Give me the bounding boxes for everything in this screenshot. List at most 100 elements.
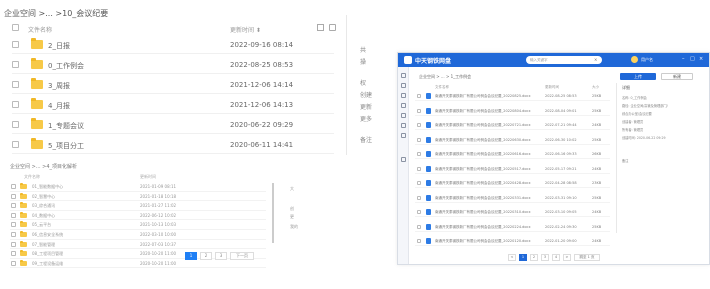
folder-name[interactable]: 08_工程项目管理 [32,251,63,257]
file-name[interactable]: 南通开关泰钢铁新厂有限公司例会会议纪要_20220428.docx [435,181,531,186]
folder-name[interactable]: 2_日报 [48,41,70,51]
avatar[interactable] [631,56,638,63]
next-page-button[interactable]: > [563,254,571,261]
file-name[interactable]: 南通开关泰钢铁新厂有限公司例会会议纪要_20220616.docx [435,152,531,157]
row-checkbox[interactable] [11,251,16,257]
file-name[interactable]: 南通开关泰钢铁新厂有限公司例会会议纪要_20220517.docx [435,167,531,172]
file-row[interactable]: 南通开关泰钢铁新厂有限公司例会会议纪要_20220721.docx 2022-07… [415,120,610,130]
file-name[interactable]: 南通开关泰钢铁新厂有限公司例会会议纪要_20220120.docx [435,239,531,244]
select-all-checkbox[interactable] [12,24,19,31]
file-name[interactable]: 南通开关泰钢铁新厂有限公司例会会议纪要_20220804.docx [435,109,531,114]
list-item[interactable]: 4_月报 2021-12-06 14:13 [12,96,334,114]
row-checkbox[interactable] [12,81,19,88]
close-icon[interactable]: × [699,56,703,62]
row-checkbox[interactable] [417,94,421,98]
page-button[interactable]: 1 [519,254,527,261]
page-button[interactable]: 3 [215,252,227,260]
upload-button[interactable]: 上传 [620,73,656,80]
list-item[interactable]: 01_智能数据中心 2021-01-09 08:11 [10,182,266,192]
scrollbar[interactable] [272,183,274,243]
folder-name[interactable]: 04_数据中心 [32,213,55,219]
history-icon[interactable] [401,113,406,118]
file-column-name[interactable]: 文件名称 [435,85,449,90]
list-item[interactable]: 04_数据中心 2022-06-12 10:02 [10,211,266,221]
folder-name[interactable]: 03_综合通讯 [32,203,55,209]
next-page-button[interactable]: 下一页 [230,252,254,260]
page-button[interactable]: 4 [552,254,560,261]
row-checkbox[interactable] [417,239,421,243]
file-name[interactable]: 南通开关泰钢铁新厂有限公司例会会议纪要_20220630.docx [435,138,531,143]
page-button[interactable]: 1 [185,252,197,260]
file-name[interactable]: 南通开关泰钢铁新厂有限公司例会会议纪要_20220825.docx [435,94,531,99]
row-checkbox[interactable] [12,61,19,68]
row-checkbox[interactable] [417,195,421,200]
list-item[interactable]: 1_专题会议 2020-06-22 09:29 [12,116,334,134]
row-checkbox[interactable] [11,222,16,228]
folder-name[interactable]: 02_智慧中心 [32,194,55,200]
folder-name[interactable]: 4_月报 [48,101,70,111]
share-icon[interactable] [401,93,406,98]
folder-name[interactable]: 0_工作例会 [48,61,84,71]
row-checkbox[interactable] [11,241,16,247]
row-checkbox[interactable] [11,260,16,266]
row-checkbox[interactable] [12,41,19,48]
file-row[interactable]: 南通开关泰钢铁新厂有限公司例会会议纪要_20220310.docx 2022-03… [415,207,610,217]
folder-name[interactable]: 5_项目分工 [48,141,84,151]
page-button[interactable]: 2 [200,252,212,260]
row-checkbox[interactable] [12,121,19,128]
file-name[interactable]: 南通开关泰钢铁新厂有限公司例会会议纪要_20220310.docx [435,210,531,215]
row-checkbox[interactable] [417,152,421,156]
row-checkbox[interactable] [417,123,421,127]
file-row[interactable]: 南通开关泰钢铁新厂有限公司例会会议纪要_20220630.docx 2022-06… [415,135,610,145]
folder-icon[interactable] [401,83,406,88]
maximize-icon[interactable]: □ [690,56,695,62]
row-checkbox[interactable] [11,232,16,237]
column-name-header[interactable]: 文件名称 [28,25,52,34]
trash-icon[interactable] [401,133,406,138]
row-checkbox[interactable] [11,184,16,189]
list-item[interactable]: 07_智能管理 2022-07-03 10:37 [10,240,266,250]
row-checkbox[interactable] [12,141,19,148]
list-item[interactable]: 2_日报 2022-09-16 08:14 [12,36,334,54]
small-column-name[interactable]: 文件名称 [24,174,40,180]
list-item[interactable]: 03_综合通讯 2021-01-27 11:02 [10,201,266,211]
list-view-icon[interactable] [317,24,324,31]
file-row[interactable]: 南通开关泰钢铁新厂有限公司例会会议纪要_20220331.docx 2022-03… [415,193,610,203]
row-checkbox[interactable] [12,101,19,108]
star-icon[interactable] [401,103,406,108]
page-button[interactable]: 3 [541,254,549,261]
window-breadcrumb[interactable]: 企业空间 > ... > 1_工作例会 [419,74,471,80]
column-time-header[interactable]: 更新时间 ⬍ [230,25,261,34]
search-input[interactable]: 输入关键字 [526,56,602,64]
file-row[interactable]: 南通开关泰钢铁新厂有限公司例会会议纪要_20220120.docx 2022-01… [415,236,610,246]
home-icon[interactable] [401,73,406,78]
link-icon[interactable] [401,123,406,128]
username[interactable]: 用户名 [641,57,653,63]
list-item[interactable]: 3_周报 2021-12-06 14:14 [12,76,334,94]
folder-name[interactable]: 1_专题会议 [48,121,84,131]
small-breadcrumb[interactable]: 企业空间 >... >4_项目化解析 [10,163,77,170]
file-row[interactable]: 南通开关泰钢铁新厂有限公司例会会议纪要_20220428.docx 2022-04… [415,178,610,188]
file-name[interactable]: 南通开关泰钢铁新厂有限公司例会会议纪要_20220331.docx [435,196,531,201]
list-item[interactable]: 06_信息安全系统 2022-03-10 10:00 [10,230,266,240]
folder-name[interactable]: 01_智能数据中心 [32,184,63,190]
row-checkbox[interactable] [417,210,421,214]
row-checkbox[interactable] [11,212,16,218]
list-item[interactable]: 05_云平台 2021-10-13 10:03 [10,220,266,230]
folder-name[interactable]: 06_信息安全系统 [32,232,63,238]
new-button[interactable]: 新建 [661,73,693,80]
list-item[interactable]: 0_工作例会 2022-08-25 08:53 [12,56,334,74]
file-name[interactable]: 南通开关泰钢铁新厂有限公司例会会议纪要_20220721.docx [435,123,531,128]
small-column-time[interactable]: 更新时间 [140,174,156,180]
folder-name[interactable]: 05_云平台 [32,222,51,228]
folder-name[interactable]: 3_周报 [48,81,70,91]
row-checkbox[interactable] [417,137,421,142]
page-button[interactable]: 2 [530,254,538,261]
search-clear-icon[interactable]: × [594,56,597,64]
grid-view-icon[interactable] [329,24,336,31]
file-name[interactable]: 南通开关泰钢铁新厂有限公司例会会议纪要_20220224.docx [435,225,531,230]
file-row[interactable]: 南通开关泰钢铁新厂有限公司例会会议纪要_20220517.docx 2022-05… [415,164,610,174]
breadcrumb[interactable]: 企业空间 >... >10_会议纪要 [4,8,108,19]
file-row[interactable]: 南通开关泰钢铁新厂有限公司例会会议纪要_20220825.docx 2022-08… [415,91,610,101]
list-item[interactable]: 5_项目分工 2020-06-11 14:41 [12,136,334,154]
